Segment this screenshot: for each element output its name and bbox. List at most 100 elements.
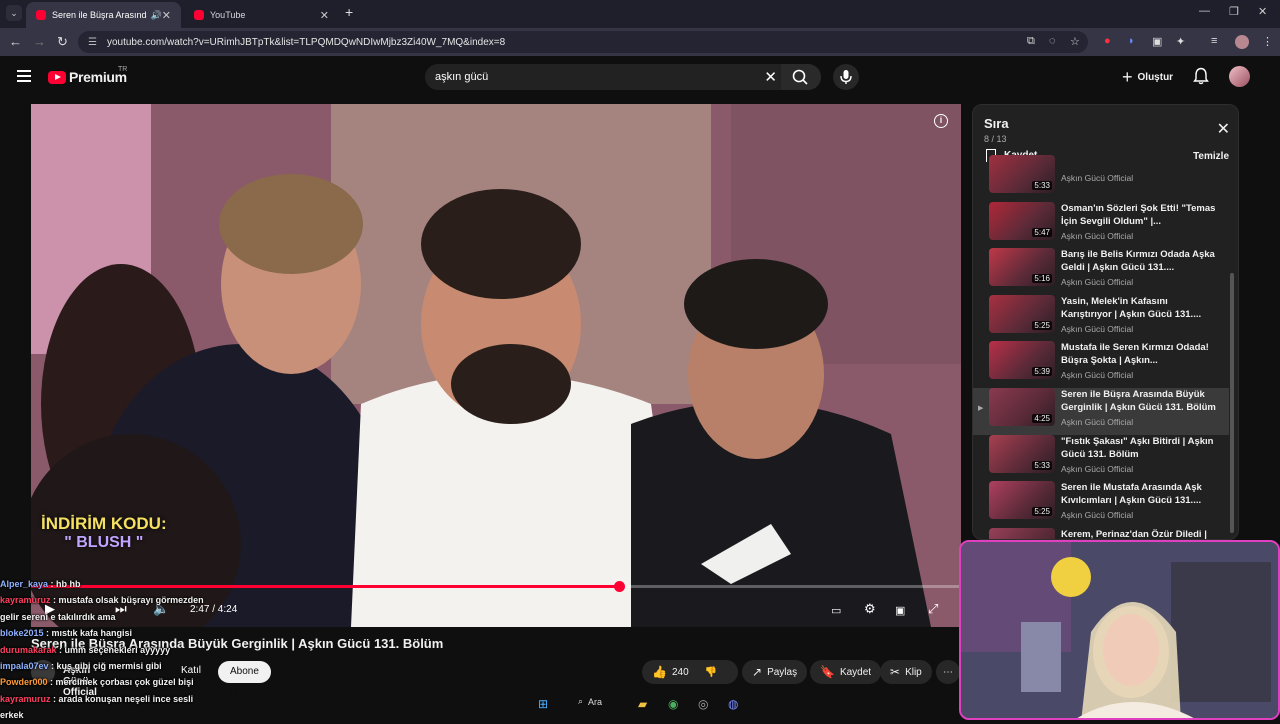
playlist-thumbnail[interactable]: 5:33 <box>989 155 1055 193</box>
playlist-thumbnail[interactable]: 5:39 <box>989 341 1055 380</box>
playlist-thumbnail[interactable]: 5:16 <box>989 248 1055 287</box>
video-duration: 5:25 <box>1032 507 1052 517</box>
close-playlist-icon[interactable]: ✕ <box>1217 119 1230 139</box>
playlist-item-text: Aşkın Gücü Official <box>1061 173 1221 183</box>
playlist-item[interactable]: 5:33 Aşkın Gücü Official <box>973 155 1229 202</box>
save-button[interactable]: 🔖 Kaydet <box>810 660 882 684</box>
site-info-icon[interactable]: ☰ <box>88 37 97 48</box>
forward-icon[interactable]: → <box>33 34 46 49</box>
clip-button[interactable]: ✂ Klip <box>880 660 932 684</box>
voice-search-button[interactable] <box>833 64 859 90</box>
playlist-item-text: Barış ile Belis Kırmızı Odada Aşka Geldi… <box>1061 248 1221 287</box>
extension-red-icon[interactable]: ● <box>1104 35 1111 47</box>
eye-off-icon[interactable]: ◌ <box>1049 35 1056 47</box>
chrome-icon[interactable]: ◉ <box>668 697 678 711</box>
discord-icon[interactable]: ◍ <box>728 697 738 711</box>
playlist-item[interactable]: Kerem, Perinaz'dan Özür Diledi | Aşkın G… <box>973 527 1229 540</box>
like-button[interactable]: 👍 240 👎 <box>642 660 738 684</box>
playlist-scrollbar[interactable] <box>1230 273 1234 533</box>
chat-message: erkek <box>0 707 240 723</box>
chat-username: kayramuruz <box>0 595 51 606</box>
browser-toolbar: ← → ↻ ☰ youtube.com/watch?v=URimhJBTpTk&… <box>0 28 1280 56</box>
scissors-icon: ✂ <box>890 665 901 679</box>
extension-icon[interactable]: ▣ <box>1152 35 1162 48</box>
search-icon <box>792 69 808 85</box>
windows-start-icon[interactable]: ⊞ <box>538 697 548 711</box>
playlist-item-title: Mustafa ile Seren Kırmızı Odada! Büşra Ş… <box>1061 342 1209 367</box>
playlist-thumbnail[interactable]: 5:25 <box>989 294 1055 333</box>
now-playing-icon: ▶ <box>978 405 984 412</box>
extensions-puzzle-icon[interactable]: ✦ <box>1176 35 1185 48</box>
playlist-item[interactable]: 5:33 "Fıstık Şakası" Aşkı Bitirdi | Aşkın… <box>973 434 1229 482</box>
settings-gear-icon[interactable]: ⚙ <box>864 601 876 617</box>
plus-icon: + <box>1122 67 1133 87</box>
playlist-thumbnail[interactable]: 5:25 <box>989 481 1055 520</box>
tab-close-icon[interactable]: ✕ <box>320 9 329 22</box>
chat-message: Powder000 : mercimek çorbası çok güzel b… <box>0 677 194 688</box>
cast-icon[interactable]: ⧉ <box>1027 35 1035 48</box>
bookmark-star-icon[interactable]: ☆ <box>1070 35 1080 48</box>
create-button[interactable]: + Oluştur <box>1122 67 1173 88</box>
share-button[interactable]: ↗ Paylaş <box>742 660 808 684</box>
playlist-item[interactable]: 5:25 Seren ile Mustafa Arasında Aşk Kıvıl… <box>973 481 1229 528</box>
browser-tab-active[interactable]: Seren ile Büşra Arasında Bü 🔊 ✕ <box>26 2 181 28</box>
fullscreen-icon[interactable]: ⤢ <box>928 601 938 617</box>
search-input[interactable]: aşkın gücü ✕ <box>425 64 821 90</box>
playlist-item-title: Seren ile Büşra Arasında Büyük Gerginlik… <box>1061 389 1216 413</box>
reading-list-icon[interactable]: ≡ <box>1211 35 1217 47</box>
back-icon[interactable]: ← <box>9 34 22 49</box>
address-bar[interactable]: ☰ youtube.com/watch?v=URimhJBTpTk&list=T… <box>78 31 1088 53</box>
chat-text: mercimek çorbası çok güzel bişi <box>55 677 194 688</box>
search-button[interactable] <box>781 64 821 90</box>
playlist-thumbnail[interactable] <box>989 527 1055 539</box>
minimize-icon[interactable]: — <box>1199 5 1210 17</box>
chat-text: arada konuşan neşeli ince sesli <box>58 693 194 704</box>
extension-blue-icon[interactable]: ◗ <box>1128 35 1135 47</box>
browser-tab[interactable]: YouTube ✕ <box>184 2 339 28</box>
promo-line-1: İNDİRİM KODU: <box>41 514 167 533</box>
playlist-item[interactable]: ▶ 4:25 Seren ile Büşra Arasında Büyük Gerg… <box>973 388 1229 435</box>
youtube-premium-logo[interactable]: Premium TR <box>48 66 127 85</box>
thumbs-down-icon[interactable]: 👎 <box>705 667 717 678</box>
streamer-webcam <box>959 540 1280 720</box>
restore-icon[interactable]: ❐ <box>1229 5 1239 18</box>
browser-menu-icon[interactable]: ⋮ <box>1262 35 1273 48</box>
windows-taskbar: ⊞ ⌕ Ara ▰ ◉ ◎ ◍ <box>538 690 758 720</box>
playlist-thumbnail[interactable]: 5:33 <box>989 434 1055 473</box>
miniplayer-icon[interactable]: ▣ <box>895 604 905 617</box>
playlist-item-channel: Aşkın Gücü Official <box>1061 173 1134 183</box>
video-player[interactable]: i İNDİRİM KODU: " BLUSH " ▶ ⏭ 🔈 2:47 / 4… <box>31 104 961 627</box>
chat-username: Powder000 <box>0 677 48 688</box>
menu-icon[interactable] <box>17 70 31 85</box>
app-icon[interactable]: ◎ <box>698 697 708 711</box>
account-avatar[interactable] <box>1229 66 1250 87</box>
chat-message: Alper_kaya : hb hb <box>0 579 81 589</box>
subtitles-icon[interactable]: ▭ <box>831 604 841 617</box>
playlist-item-title: Kerem, Perinaz'dan Özür Diledi | Aşkın G… <box>1061 528 1207 540</box>
info-icon[interactable]: i <box>934 114 948 128</box>
playlist-item-channel: Aşkın Gücü Official <box>1061 230 1134 241</box>
taskbar-search[interactable]: ⌕ Ara <box>578 696 602 707</box>
playlist-item[interactable]: 5:47 Osman'ın Sözleri Şok Etti! "Temas İç… <box>973 201 1229 249</box>
tab-close-icon[interactable]: ✕ <box>162 9 171 22</box>
search-icon: ⌕ <box>578 696 584 706</box>
playlist-item[interactable]: 5:16 Barış ile Belis Kırmızı Odada Aşka G… <box>973 248 1229 295</box>
window-close-icon[interactable]: ✕ <box>1258 5 1267 18</box>
tab-search-dropdown-icon[interactable]: ⌄ <box>6 5 22 21</box>
clear-search-icon[interactable]: ✕ <box>764 68 777 86</box>
tab-audio-icon[interactable]: 🔊 <box>151 10 162 21</box>
playlist-item[interactable]: 5:25 Yasin, Melek'in Kafasını Karıştırıyo… <box>973 294 1229 342</box>
playlist-item[interactable]: 5:39 Mustafa ile Seren Kırmızı Odada! Büş… <box>973 341 1229 388</box>
playlist-thumbnail[interactable]: 4:25 <box>989 388 1055 426</box>
playlist-thumbnail[interactable]: 5:47 <box>989 201 1055 240</box>
playlist-item-channel: Aşkın Gücü Official <box>1061 323 1134 334</box>
more-actions-button[interactable]: ⋯ <box>936 660 960 684</box>
profile-icon[interactable] <box>1235 35 1249 49</box>
new-tab-button[interactable]: + <box>345 4 353 20</box>
file-explorer-icon[interactable]: ▰ <box>638 697 647 711</box>
reload-icon[interactable]: ↻ <box>57 34 68 50</box>
playlist-item-title: Barış ile Belis Kırmızı Odada Aşka Geldi… <box>1061 249 1215 274</box>
notifications-bell-icon[interactable] <box>1193 67 1209 85</box>
chat-text: kuş gibi çiğ mermisi gibi <box>56 661 162 672</box>
video-duration: 4:25 <box>1032 414 1052 423</box>
